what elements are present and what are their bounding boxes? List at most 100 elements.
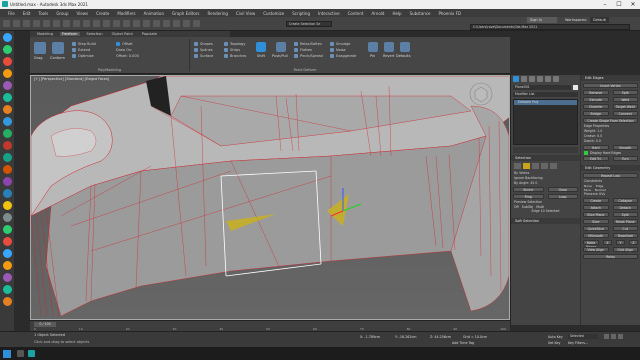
display-hard-edges-checkbox[interactable]: Display Hard Edges (590, 151, 621, 155)
left-tool-2-icon[interactable] (2, 45, 12, 54)
pinch-spread-button[interactable]: Pinch/Spread (294, 53, 323, 59)
rectangle-selection-icon[interactable] (83, 20, 90, 27)
z-coordinate[interactable]: Z: 44.256cm (430, 335, 451, 339)
left-tool-15-icon[interactable] (2, 201, 12, 210)
menu-content[interactable]: Content (348, 11, 364, 16)
workspace-dropdown[interactable]: Default (590, 17, 609, 23)
planar-z-button[interactable]: Z (629, 240, 638, 245)
spinner-snap-icon[interactable] (193, 20, 200, 27)
tab-populate[interactable]: Populate (140, 32, 159, 36)
viewport-label[interactable]: [+] [Perspective] [Standard] [Edged Face… (34, 77, 109, 81)
maximize-button[interactable]: ☐ (612, 0, 626, 9)
menu-group[interactable]: Group (56, 11, 68, 16)
remove-button[interactable]: Remove (583, 90, 609, 95)
shrink-button[interactable]: Shrink (513, 187, 544, 192)
menu-file[interactable]: File (8, 11, 15, 16)
element-mode-icon[interactable] (550, 163, 557, 169)
tab-object-paint[interactable]: Object Paint (110, 32, 135, 36)
defaults-icon[interactable] (400, 42, 410, 52)
left-tool-8-icon[interactable] (2, 117, 12, 126)
edit-tri-button[interactable]: Edit Tri. (583, 156, 609, 161)
percent-snap-icon[interactable] (183, 20, 190, 27)
relax-button[interactable]: Relax (583, 254, 638, 259)
move-icon[interactable] (103, 20, 110, 27)
edge-mode-icon[interactable] (523, 163, 530, 169)
left-tool-10-icon[interactable] (2, 141, 12, 150)
menu-phoenix-fd[interactable]: Phoenix FD (438, 11, 461, 16)
left-tool-5-icon[interactable] (2, 81, 12, 90)
selection-rollout-header[interactable]: Selection (511, 155, 580, 161)
link-icon[interactable] (23, 20, 30, 27)
collapse-button[interactable]: Collapse (612, 198, 638, 203)
slice-plane-button[interactable]: Slice Plane (583, 212, 609, 217)
bridge-button[interactable]: Bridge (583, 111, 609, 116)
left-tool-6-icon[interactable] (2, 93, 12, 102)
minimize-button[interactable]: – (598, 0, 612, 9)
left-tool-19-icon[interactable] (2, 249, 12, 258)
selection-filter-icon[interactable] (53, 20, 60, 27)
ring-button[interactable]: Ring (513, 194, 544, 199)
attach-button[interactable]: Attach (583, 205, 609, 210)
border-mode-icon[interactable] (532, 163, 539, 169)
left-tool-18-icon[interactable] (2, 237, 12, 246)
loop-button[interactable]: Loop (547, 194, 578, 199)
placement-icon[interactable] (133, 20, 140, 27)
pin-icon[interactable] (368, 42, 378, 52)
create-shape-button[interactable]: Create Shape From Selection (583, 118, 638, 123)
planar-y-button[interactable]: Y (616, 240, 625, 245)
optimize-button[interactable]: Optimize (72, 53, 96, 59)
snap-icon[interactable] (163, 20, 170, 27)
taskbar-app-icon[interactable] (17, 350, 24, 357)
add-time-tag-button[interactable]: Add Time Tag (452, 341, 474, 345)
detach-button[interactable]: Detach (612, 205, 638, 210)
set-key-button[interactable]: Set Key (548, 341, 560, 345)
menu-arnold[interactable]: Arnold (371, 11, 384, 16)
left-tool-22-icon[interactable] (2, 285, 12, 294)
prev-frame-icon[interactable] (604, 334, 609, 339)
auto-key-button[interactable]: Auto Key (548, 335, 563, 339)
menu-create[interactable]: Create (96, 11, 109, 16)
left-tool-9-icon[interactable] (2, 129, 12, 138)
offset-field[interactable]: Offset: 0.000 (116, 53, 139, 59)
display-tab-icon[interactable] (545, 76, 551, 82)
menu-tools[interactable]: Tools (38, 11, 48, 16)
pivot-icon[interactable] (153, 20, 160, 27)
edit-edges-header[interactable]: Edit Edges (581, 75, 640, 81)
conform-tool-icon[interactable] (52, 42, 64, 54)
left-tool-4-icon[interactable] (2, 69, 12, 78)
grow-button[interactable]: Grow (547, 187, 578, 192)
left-tool-12-icon[interactable] (2, 165, 12, 174)
tab-selection[interactable]: Selection (85, 32, 105, 36)
utilities-tab-icon[interactable] (553, 76, 559, 82)
revert-icon[interactable] (384, 42, 394, 52)
select-object-icon[interactable] (63, 20, 70, 27)
left-tool-17-icon[interactable] (2, 225, 12, 234)
menu-views[interactable]: Views (77, 11, 89, 16)
grid-align-button[interactable]: Grid Align (612, 247, 638, 252)
extrude-button[interactable]: Extrude (583, 97, 609, 102)
preview-off-radio[interactable]: Off (514, 205, 519, 209)
push-pull-icon[interactable] (276, 42, 286, 52)
modifier-list-dropdown[interactable]: Modifier List (513, 92, 578, 97)
x-coordinate[interactable]: X: -1.789cm (360, 335, 380, 339)
hard-edge-color-swatch[interactable] (584, 151, 588, 155)
left-tool-23-icon[interactable] (2, 297, 12, 306)
left-tool-14-icon[interactable] (2, 189, 12, 198)
edit-geometry-header[interactable]: Edit Geometry (581, 165, 640, 171)
weld-button[interactable]: Weld (612, 97, 638, 102)
perspective-viewport[interactable]: [+] [Perspective] [Standard] [Edged Face… (30, 75, 510, 320)
left-tool-3-icon[interactable] (2, 57, 12, 66)
soft-selection-rollout-header[interactable]: Soft Selection (511, 218, 580, 224)
turn-button[interactable]: Turn (612, 156, 638, 161)
quickslice-button[interactable]: QuickSlice (583, 226, 609, 231)
motion-tab-icon[interactable] (537, 76, 543, 82)
object-color-swatch[interactable] (573, 85, 578, 90)
left-tool-13-icon[interactable] (2, 177, 12, 186)
slice-button[interactable]: Slice (583, 219, 609, 224)
redo-icon[interactable] (13, 20, 20, 27)
unlink-icon[interactable] (33, 20, 40, 27)
taskbar-3dsmax-icon[interactable] (28, 350, 35, 357)
split-geometry-button[interactable]: Split (612, 212, 638, 217)
meshsmooth-button[interactable]: MSmooth (583, 233, 609, 238)
cut-button[interactable]: Cut (612, 226, 638, 231)
